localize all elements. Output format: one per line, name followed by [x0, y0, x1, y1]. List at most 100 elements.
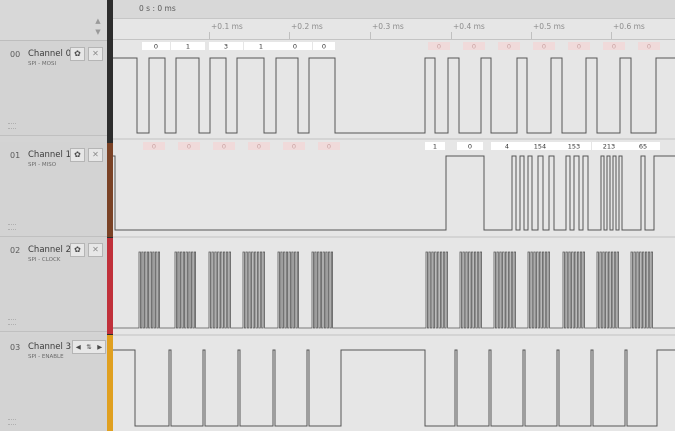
resize-grip-icon[interactable] [8, 123, 16, 129]
decoded-value-text: 1 [186, 43, 190, 51]
decoded-value: 0 [278, 42, 312, 51]
decoded-value: 0 [248, 142, 270, 151]
channel-panel: ▲ ▼ 00 Channel 0 SPI - MOSI ✿ ✕ 01 Chann… [0, 0, 107, 431]
decoded-value: 1 [425, 142, 445, 151]
channel-name[interactable]: Channel 3 [28, 342, 71, 352]
channel-panel-header: ▲ ▼ [0, 0, 107, 41]
channel-name[interactable]: Channel 1 [28, 150, 71, 160]
channel-number: 03 [10, 343, 21, 352]
tick-label: +0.1 ms [211, 22, 243, 31]
channel-name[interactable]: Channel 0 [28, 49, 71, 59]
gear-icon[interactable]: ✿ [70, 47, 85, 61]
decoded-value: 3 [209, 42, 243, 51]
decoded-value-text: 0 [647, 43, 651, 51]
waveform-canvas: 0 1 3 1 0 0 0 0 0 0 0 0 0 0 0 0 0 0 0 1 0 4 154 153 213 65 [113, 40, 675, 431]
tick-label: +0.3 ms [372, 22, 404, 31]
decoded-value: 0 [498, 42, 520, 51]
lane-background [113, 140, 675, 236]
decoded-value-text: 0 [542, 43, 546, 51]
gear-icon[interactable]: ✿ [70, 148, 85, 162]
tick-label: +0.2 ms [291, 22, 323, 31]
channel-sublabel: SPI - ENABLE [28, 354, 64, 360]
decoded-value: 0 [428, 42, 450, 51]
decoded-value-text: 153 [568, 143, 580, 151]
channel-sublabel: SPI - MOSI [28, 61, 57, 67]
timeline-timestamp-bar: 0 s : 0 ms [113, 0, 675, 19]
lane-background [113, 238, 675, 334]
decoded-value-text: 0 [472, 43, 476, 51]
logic-analyzer-app: ▲ ▼ 00 Channel 0 SPI - MOSI ✿ ✕ 01 Chann… [0, 0, 675, 431]
decoded-value-text: 0 [327, 143, 331, 151]
decoded-value: 153 [557, 142, 591, 151]
decoded-value: 154 [523, 142, 557, 151]
decoded-value: 1 [171, 42, 205, 51]
decoded-value-text: 1 [259, 43, 263, 51]
channel-number: 01 [10, 151, 21, 160]
decoded-value-text: 0 [577, 43, 581, 51]
channel-row-0[interactable]: 00 Channel 0 SPI - MOSI ✿ ✕ [0, 41, 107, 136]
decoded-value: 0 [603, 42, 625, 51]
gear-icon[interactable]: ✿ [70, 243, 85, 257]
resize-grip-icon[interactable] [8, 224, 16, 230]
scroll-up-icon[interactable]: ▲ [93, 16, 103, 26]
decoded-value: 213 [592, 142, 626, 151]
decoded-value: 0 [318, 142, 340, 151]
decoded-value: 0 [178, 142, 200, 151]
decoded-value: 1 [244, 42, 278, 51]
channel-sublabel: SPI - MISO [28, 162, 57, 168]
decoded-value-text: 4 [505, 143, 509, 151]
tick-label: +0.4 ms [453, 22, 485, 31]
channel-row-1[interactable]: 01 Channel 1 SPI - MISO ✿ ✕ [0, 142, 107, 237]
decoded-value-text: 0 [322, 43, 326, 51]
channel-number: 00 [10, 50, 21, 59]
decoded-value: 0 [568, 42, 590, 51]
close-icon[interactable]: ✕ [88, 47, 103, 61]
decoded-value-text: 3 [224, 43, 228, 51]
waveform-area[interactable]: 0 1 3 1 0 0 0 0 0 0 0 0 0 0 0 0 0 0 0 1 0 4 154 153 213 65 [113, 40, 675, 431]
decoded-value-text: 65 [639, 143, 647, 151]
decoded-value-text: 0 [292, 143, 296, 151]
timestamp-label: 0 s : 0 ms [139, 4, 176, 13]
timeline-ruler[interactable]: 0 s : 0 ms +0.1 ms +0.2 ms +0.3 ms +0.4 … [113, 0, 675, 40]
decoded-value-text: 0 [257, 143, 261, 151]
lane-separator [113, 334, 675, 336]
arrow-right-icon[interactable]: ▶ [97, 341, 102, 353]
lane-background [113, 40, 675, 138]
decoded-value: 0 [313, 42, 335, 51]
channel-row-3[interactable]: 03 Channel 3 SPI - ENABLE ◀ ⇅ ▶ [0, 334, 107, 431]
scroll-down-icon[interactable]: ▼ [93, 27, 103, 37]
decoded-value-text: 0 [507, 43, 511, 51]
decoded-value-text: 154 [534, 143, 546, 151]
decoded-value-text: 0 [293, 43, 297, 51]
resize-grip-icon[interactable] [8, 419, 16, 425]
trigger-stepper[interactable]: ◀ ⇅ ▶ [72, 340, 106, 354]
decoded-value: 0 [283, 142, 305, 151]
arrow-left-icon[interactable]: ◀ [76, 341, 81, 353]
close-icon[interactable]: ✕ [88, 243, 103, 257]
decoded-value-text: 0 [222, 143, 226, 151]
edge-trigger-icon[interactable]: ⇅ [86, 341, 91, 353]
decoded-value-text: 213 [603, 143, 615, 151]
decoded-value: 0 [638, 42, 660, 51]
decoded-value-text: 1 [433, 143, 437, 151]
channel-sublabel: SPI - CLOCK [28, 257, 61, 263]
channel-name[interactable]: Channel 2 [28, 245, 71, 255]
decoded-value: 0 [533, 42, 555, 51]
channel-number: 02 [10, 246, 21, 255]
decoded-value-text: 0 [152, 143, 156, 151]
decoded-value: 0 [463, 42, 485, 51]
decoded-value: 65 [626, 142, 660, 151]
decoded-value: 0 [213, 142, 235, 151]
decoded-value-text: 0 [154, 43, 158, 51]
channel-row-2[interactable]: 02 Channel 2 SPI - CLOCK ✿ ✕ [0, 237, 107, 332]
decoded-value-text: 0 [437, 43, 441, 51]
close-icon[interactable]: ✕ [88, 148, 103, 162]
decoded-value: 0 [143, 142, 165, 151]
decoded-value: 4 [491, 142, 523, 151]
tick-label: +0.6 ms [613, 22, 645, 31]
tick-label: +0.5 ms [533, 22, 565, 31]
decoded-value: 0 [142, 42, 170, 51]
decoded-value-text: 0 [187, 143, 191, 151]
resize-grip-icon[interactable] [8, 319, 16, 325]
lane-separator [113, 138, 675, 140]
